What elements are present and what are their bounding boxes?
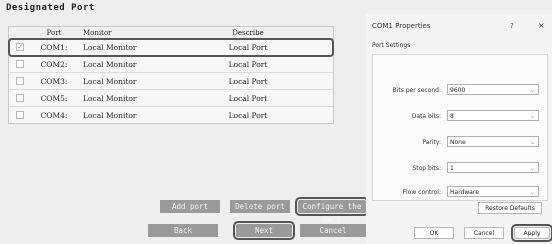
com-properties-dialog: COM1 Properties ? × Port Settings Bits p… [366,14,552,244]
flow-control-select[interactable]: Hardware ⌄ [447,186,539,197]
ports-table: Port Monitor Describe ✓ COM1: Local Moni… [8,26,334,124]
parity-label: Parity: [422,139,441,146]
header-port: Port [46,28,62,37]
chevron-down-icon: ⌄ [529,113,535,120]
add-port-button[interactable]: Add port [160,200,220,213]
chevron-down-icon: ⌄ [529,139,535,146]
stop-bits-label: Stop bits: [412,165,441,172]
restore-defaults-button[interactable]: Restore Defaults [478,202,542,214]
row-describe: Local Port [228,76,268,86]
data-bits-select[interactable]: 8 ⌄ [447,110,539,121]
row-describe: Local Port [228,42,268,52]
back-button[interactable]: Back [148,224,218,237]
row-describe: Local Port [228,110,268,120]
data-bits-value: 8 [450,113,454,120]
bits-per-second-label: Bits per second: [392,87,441,94]
row-port: COM4: [40,110,68,120]
chevron-down-icon: ⌄ [529,165,535,172]
row-monitor: Local Monitor [83,93,137,103]
bits-per-second-value: 9600 [450,87,466,94]
table-header: Port Monitor Describe [9,27,333,39]
row-describe: Local Port [228,59,268,69]
row-port: COM2: [40,59,68,69]
table-row[interactable]: COM4: Local Monitor Local Port [9,107,333,123]
row-monitor: Local Monitor [83,42,137,52]
data-bits-label: Data bits: [411,113,441,120]
flow-control-value: Hardware [450,189,479,196]
row-checkbox[interactable] [16,111,24,119]
apply-button[interactable]: Apply [511,224,552,242]
row-checkbox[interactable] [16,60,24,68]
chevron-down-icon: ⌄ [529,189,535,196]
bits-per-second-select[interactable]: 9600 ⌄ [447,84,539,95]
dialog-cancel-button[interactable]: Cancel [464,227,504,239]
table-row[interactable]: COM3: Local Monitor Local Port [9,73,333,90]
row-checkbox[interactable] [16,77,24,85]
delete-port-button[interactable]: Delete port [230,200,290,213]
parity-value: None [450,139,466,146]
next-button[interactable]: Next [233,221,295,240]
page-title: Designated Port [6,3,95,13]
table-row[interactable]: COM5: Local Monitor Local Port [9,90,333,107]
tab-port-settings[interactable]: Port Settings [372,42,410,49]
row-monitor: Local Monitor [83,59,137,69]
row-checkbox[interactable] [16,94,24,102]
close-icon[interactable]: × [538,21,545,30]
port-settings-panel: Bits per second: 9600 ⌄ Data bits: 8 ⌄ Par… [372,54,548,201]
stop-bits-value: 1 [450,165,454,172]
help-icon[interactable]: ? [510,22,514,30]
row-monitor: Local Monitor [83,76,137,86]
chevron-down-icon: ⌄ [529,87,535,94]
row-checkbox[interactable]: ✓ [16,43,24,51]
row-monitor: Local Monitor [83,110,137,120]
parity-select[interactable]: None ⌄ [447,136,539,147]
dialog-title: COM1 Properties [372,22,431,30]
row-port: COM3: [40,76,68,86]
row-port: COM5: [40,93,68,103]
row-describe: Local Port [228,93,268,103]
ok-button[interactable]: OK [414,227,454,239]
header-monitor: Monitor [83,28,112,37]
table-row[interactable]: ✓ COM1: Local Monitor Local Port [8,38,334,57]
row-port: COM1: [40,42,68,52]
table-row[interactable]: COM2: Local Monitor Local Port [9,56,333,73]
flow-control-label: Flow control: [402,189,441,196]
stop-bits-select[interactable]: 1 ⌄ [447,162,539,173]
header-describe: Describe [232,28,264,37]
configure-port-button[interactable]: Configure the port [295,197,369,224]
cancel-button[interactable]: Cancel [300,224,366,237]
